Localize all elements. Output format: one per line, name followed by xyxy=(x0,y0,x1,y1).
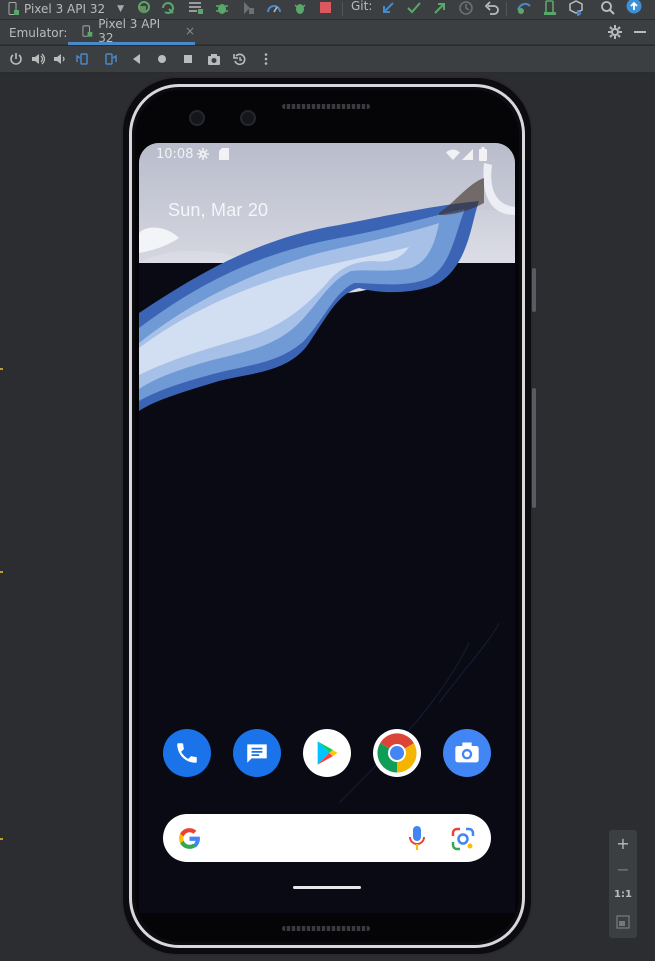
rotate-right-icon[interactable] xyxy=(103,52,117,66)
zoom-actual-size-button[interactable]: 1:1 xyxy=(609,889,637,900)
device-icon xyxy=(8,2,19,15)
power-icon[interactable] xyxy=(9,52,23,66)
toolbar-separator-2 xyxy=(506,2,507,16)
earpiece-speaker xyxy=(282,104,370,109)
zoom-out-button[interactable]: − xyxy=(609,860,637,879)
google-search-bar[interactable] xyxy=(163,814,491,862)
wifi-icon xyxy=(446,149,460,160)
snapshot-icon[interactable] xyxy=(233,52,247,66)
status-time: 10:08 xyxy=(156,147,194,162)
gesture-nav-bar[interactable] xyxy=(293,886,361,889)
volume-up-icon[interactable] xyxy=(31,52,45,66)
sdk-manager-icon[interactable] xyxy=(568,0,584,16)
gutter-marker xyxy=(0,571,3,573)
run-configurations-icon[interactable] xyxy=(188,0,204,16)
emulator-tool-window-header: Emulator: Pixel 3 API 32 × xyxy=(0,17,655,45)
left-gutter xyxy=(0,74,3,961)
chevron-down-icon: ▼ xyxy=(117,4,125,14)
gutter-marker xyxy=(0,838,3,840)
tab-label: Pixel 3 API 32 xyxy=(98,17,161,45)
profiler-icon[interactable] xyxy=(266,0,282,16)
debug-icon[interactable] xyxy=(214,0,230,16)
front-camera-1 xyxy=(189,110,205,126)
google-lens-icon[interactable] xyxy=(451,827,475,851)
sd-card-icon xyxy=(219,148,229,160)
settings-notification-icon xyxy=(197,148,209,160)
battery-icon xyxy=(479,147,487,161)
rollback-icon[interactable] xyxy=(484,0,500,16)
apply-code-changes-icon[interactable] xyxy=(160,0,176,16)
git-label: Git: xyxy=(351,0,373,13)
bottom-speaker xyxy=(282,926,370,931)
side-button-power[interactable] xyxy=(532,268,536,312)
attach-debugger-icon[interactable] xyxy=(240,0,256,16)
camera-app-icon[interactable] xyxy=(443,729,491,777)
git-push-icon[interactable] xyxy=(432,0,448,16)
avd-manager-icon[interactable] xyxy=(542,0,558,16)
close-icon[interactable]: × xyxy=(185,24,195,38)
stop-icon[interactable] xyxy=(318,0,334,16)
overview-icon[interactable] xyxy=(181,52,195,66)
screenshot-icon[interactable] xyxy=(207,52,221,66)
git-commit-check-icon[interactable] xyxy=(406,0,422,16)
volume-down-icon[interactable] xyxy=(53,52,67,66)
apply-changes-icon[interactable] xyxy=(136,0,152,16)
zoom-fit-icon[interactable] xyxy=(616,915,630,929)
sync-gradle-icon[interactable] xyxy=(516,0,532,16)
git-update-icon[interactable] xyxy=(380,0,396,16)
play-store-app-icon[interactable] xyxy=(303,729,351,777)
microphone-icon[interactable] xyxy=(409,826,425,852)
back-icon[interactable] xyxy=(130,52,144,66)
side-button-volume[interactable] xyxy=(532,388,536,508)
front-camera-2 xyxy=(240,110,256,126)
more-options-icon[interactable] xyxy=(259,52,273,66)
google-g-icon xyxy=(179,828,200,849)
search-icon[interactable] xyxy=(600,0,616,16)
history-icon[interactable] xyxy=(458,0,474,16)
messages-app-icon[interactable] xyxy=(233,729,281,777)
date-widget[interactable]: Sun, Mar 20 xyxy=(168,200,268,221)
gutter-marker xyxy=(0,368,3,370)
minimize-icon[interactable] xyxy=(632,24,648,40)
phone-app-icon[interactable] xyxy=(163,729,211,777)
rotate-left-icon[interactable] xyxy=(76,52,90,66)
device-selector-label: Pixel 3 API 32 xyxy=(24,2,106,16)
home-icon[interactable] xyxy=(155,52,169,66)
device-selector[interactable]: Pixel 3 API 32 ▼ xyxy=(8,0,124,18)
zoom-controls: + − 1:1 xyxy=(609,830,637,938)
cell-signal-icon xyxy=(462,149,473,160)
toolbar-separator xyxy=(342,2,343,16)
gear-icon[interactable] xyxy=(607,24,623,40)
ide-update-icon[interactable] xyxy=(626,0,642,14)
tool-window-title: Emulator: xyxy=(9,26,68,40)
device-tab-icon xyxy=(82,24,93,37)
chrome-app-icon[interactable] xyxy=(373,729,421,777)
device-screen[interactable]: 10:08 Sun, Mar 20 xyxy=(139,143,515,913)
tab-pixel-3-api-32[interactable]: Pixel 3 API 32 × xyxy=(68,17,195,45)
zoom-in-button[interactable]: + xyxy=(609,834,637,853)
status-bar: 10:08 xyxy=(139,143,515,167)
layout-inspector-icon[interactable] xyxy=(292,0,308,16)
emulator-controls xyxy=(0,46,655,73)
wallpaper xyxy=(139,143,515,804)
